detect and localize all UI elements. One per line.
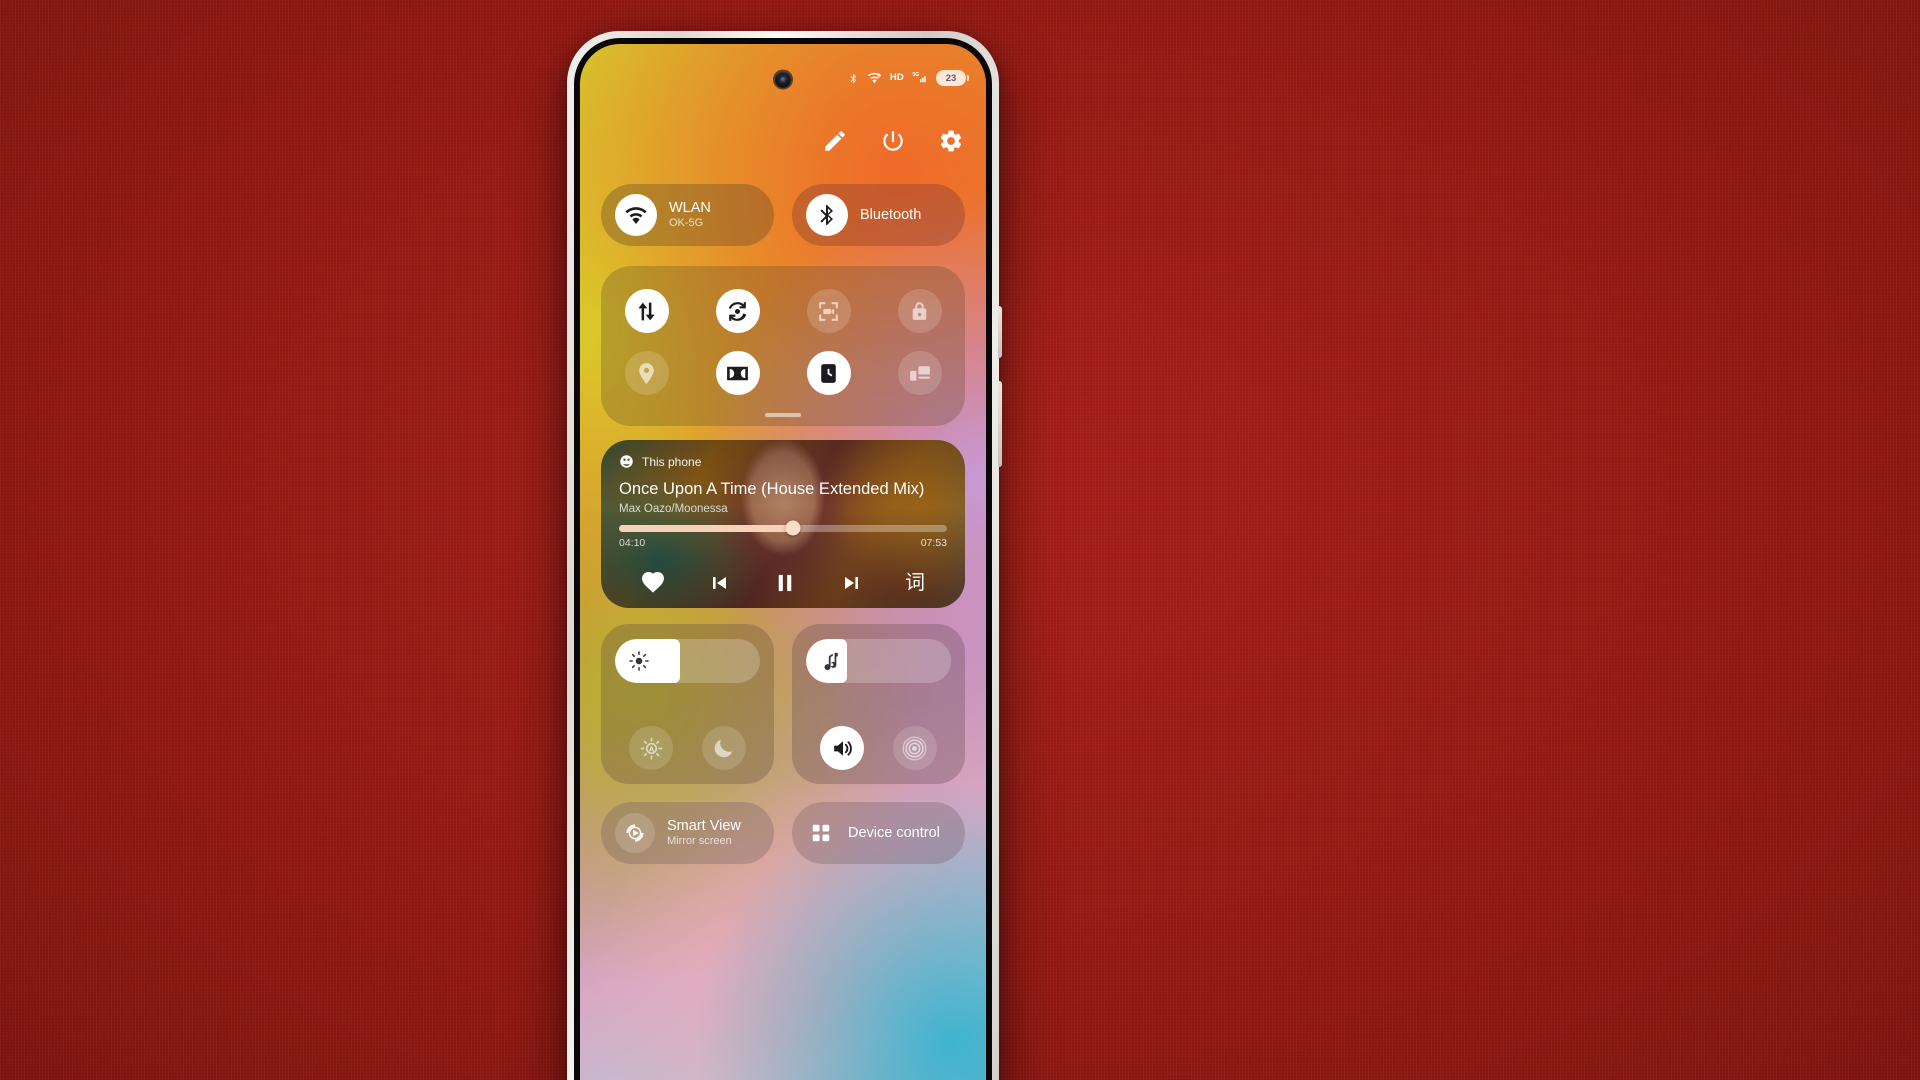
progress-fill (619, 524, 793, 532)
elapsed-time: 04:10 (619, 536, 646, 549)
svg-text:A: A (649, 744, 655, 753)
always-on-display-toggle[interactable] (806, 351, 851, 395)
media-controls: 词 (619, 570, 947, 598)
bluetooth-icon (848, 71, 859, 86)
media-source-label: This phone (642, 454, 702, 469)
sound-toggle[interactable] (820, 726, 865, 770)
bluetooth-icon (806, 194, 848, 236)
screen-recorder-toggle[interactable] (806, 289, 851, 333)
quick-settings-panel (601, 266, 965, 426)
volume-slider[interactable] (806, 639, 951, 683)
wlan-tile[interactable]: WLAN OK-5G (601, 184, 774, 246)
connectivity-row: WLAN OK-5G Bluetooth (601, 184, 965, 246)
media-source-row[interactable]: This phone (619, 454, 947, 469)
wlan-ssid: OK-5G (669, 217, 704, 230)
dolby-atmos-toggle[interactable] (715, 351, 760, 395)
power-side-button[interactable] (998, 381, 1002, 467)
phone-screen: 6 HD 5G 23 WLAN OK-5G Bluetooth This pho… (580, 44, 986, 1080)
status-bar: 6 HD 5G 23 (848, 70, 969, 86)
volume-buttons (806, 726, 951, 770)
wifi6-icon: 6 (866, 71, 883, 86)
location-pin-icon (639, 362, 654, 384)
auto-rotate-toggle[interactable] (715, 289, 760, 333)
multi-screen-icon (910, 365, 930, 381)
brightness-icon (628, 650, 650, 672)
panel-action-bar (822, 128, 964, 154)
quick-settings-row-1 (601, 280, 965, 342)
brightness-slider[interactable] (615, 639, 760, 683)
settings-button[interactable] (938, 128, 964, 154)
device-control-title: Device control (848, 824, 940, 841)
edit-button[interactable] (822, 128, 848, 154)
cast-device-icon (619, 454, 634, 469)
speaker-icon (833, 740, 852, 756)
moon-icon (714, 739, 733, 757)
wlan-title: WLAN (669, 200, 711, 217)
lock-icon (912, 301, 927, 320)
track-artist: Max Oazo/Moonessa (619, 502, 728, 515)
pause-button[interactable] (772, 570, 798, 596)
auto-brightness-icon: A (640, 737, 663, 759)
lyrics-button[interactable]: 词 (905, 573, 925, 593)
next-button[interactable] (840, 571, 864, 595)
bottom-tiles-row: Smart View Mirror screen Device control (601, 802, 965, 864)
mobile-data-icon (638, 302, 655, 320)
sliders-row: A (601, 624, 965, 784)
wifi-icon (615, 194, 657, 236)
panel-expand-handle[interactable] (765, 413, 801, 417)
screen-recorder-icon (819, 301, 838, 321)
screen-lock-toggle[interactable] (897, 289, 942, 333)
5g-signal-icon: 5G (911, 71, 929, 86)
front-camera (774, 71, 792, 88)
music-note-icon (819, 650, 841, 672)
volume-button[interactable] (998, 306, 1002, 358)
brightness-card: A (601, 624, 774, 784)
auto-brightness-toggle[interactable]: A (629, 726, 674, 770)
svg-text:5G: 5G (913, 72, 920, 78)
dark-mode-toggle[interactable] (701, 726, 746, 770)
bluetooth-title: Bluetooth (860, 206, 922, 223)
track-title: Once Upon A Time (House Extended Mix) (619, 480, 925, 498)
location-toggle[interactable] (624, 351, 669, 395)
media-player[interactable]: This phone Once Upon A Time (House Exten… (601, 440, 965, 608)
smart-view-title: Smart View (667, 818, 741, 835)
vibration-toggle[interactable] (892, 726, 937, 770)
dolby-atmos-icon (727, 366, 748, 380)
battery-indicator: 23 (936, 70, 969, 86)
clock-icon (821, 363, 836, 383)
favorite-button[interactable] (641, 571, 665, 595)
progress-knob[interactable] (785, 520, 801, 536)
vibration-icon (902, 736, 927, 760)
previous-button[interactable] (707, 571, 731, 595)
multi-screen-toggle[interactable] (897, 351, 942, 395)
smart-view-icon (615, 813, 655, 853)
phone-bezel: 6 HD 5G 23 WLAN OK-5G Bluetooth This pho… (574, 38, 992, 1080)
phone-device: 6 HD 5G 23 WLAN OK-5G Bluetooth This pho… (567, 31, 1002, 1080)
media-progress-slider[interactable] (619, 520, 947, 536)
hd-icon: HD (889, 72, 904, 84)
bluetooth-tile[interactable]: Bluetooth (792, 184, 965, 246)
smart-view-subtitle: Mirror screen (667, 835, 732, 848)
mobile-data-toggle[interactable] (624, 289, 669, 333)
svg-text:6: 6 (877, 73, 880, 79)
total-duration: 07:53 (920, 536, 947, 549)
grid-squares-icon (806, 822, 836, 844)
media-time-row: 04:10 07:53 (619, 537, 947, 549)
device-control-tile[interactable]: Device control (792, 802, 965, 864)
brightness-buttons: A (615, 726, 760, 770)
power-button[interactable] (880, 128, 906, 154)
quick-settings-row-2 (601, 342, 965, 404)
volume-card (792, 624, 965, 784)
auto-rotate-icon (728, 301, 747, 321)
smart-view-tile[interactable]: Smart View Mirror screen (601, 802, 774, 864)
